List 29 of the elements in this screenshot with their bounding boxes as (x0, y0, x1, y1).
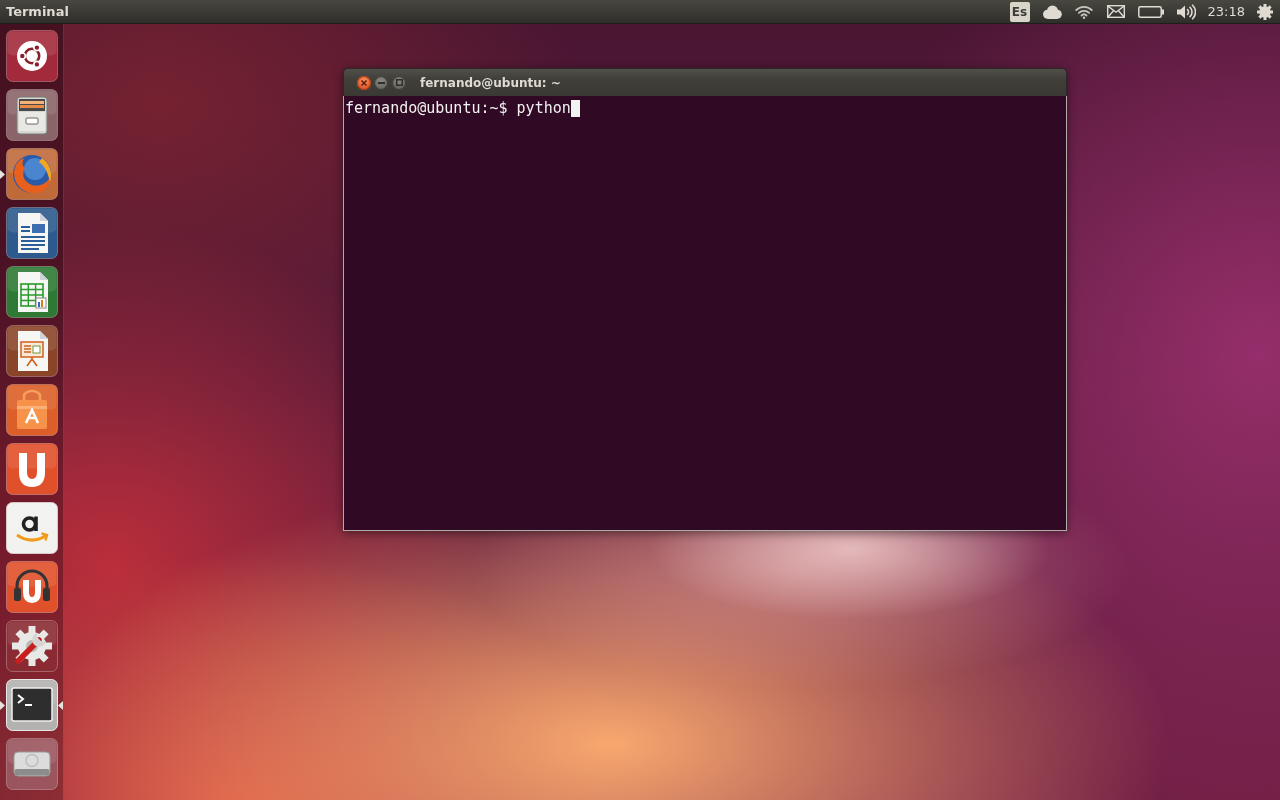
wifi-icon[interactable] (1074, 4, 1093, 19)
close-button[interactable] (357, 75, 371, 90)
terminal-icon[interactable] (6, 679, 58, 731)
file-cabinet-icon[interactable] (6, 89, 58, 141)
minimize-icon (377, 81, 385, 84)
hard-drive-icon[interactable] (6, 738, 58, 790)
text-document-icon[interactable] (6, 207, 58, 259)
gear-wrench-icon[interactable] (6, 620, 58, 672)
battery-icon[interactable] (1137, 5, 1164, 18)
envelope-icon[interactable] (1106, 5, 1125, 18)
window-title: fernando@ubuntu: ~ (420, 75, 561, 90)
close-icon (361, 79, 367, 86)
maximize-icon (395, 79, 403, 86)
terminal-text: fernando@ubuntu:~$ python (345, 99, 571, 117)
speaker-icon[interactable] (1175, 3, 1196, 20)
circle-logo-icon[interactable] (6, 30, 58, 82)
maximize-button[interactable] (392, 75, 406, 90)
shopping-bag-icon[interactable] (6, 384, 58, 436)
presentation-icon[interactable] (6, 325, 58, 377)
headphones-icon[interactable] (6, 561, 58, 613)
clock-indicator[interactable]: 23:18 (1207, 4, 1245, 19)
fox-globe-icon[interactable] (6, 148, 58, 200)
keyboard-layout-indicator[interactable]: Es (1009, 1, 1030, 22)
gear-icon[interactable] (1257, 3, 1273, 20)
app-title: Terminal (6, 4, 70, 19)
minimize-button[interactable] (374, 75, 388, 90)
cloud-icon[interactable] (1041, 4, 1062, 19)
u-logo-icon[interactable] (6, 443, 58, 495)
spreadsheet-icon[interactable] (6, 266, 58, 318)
